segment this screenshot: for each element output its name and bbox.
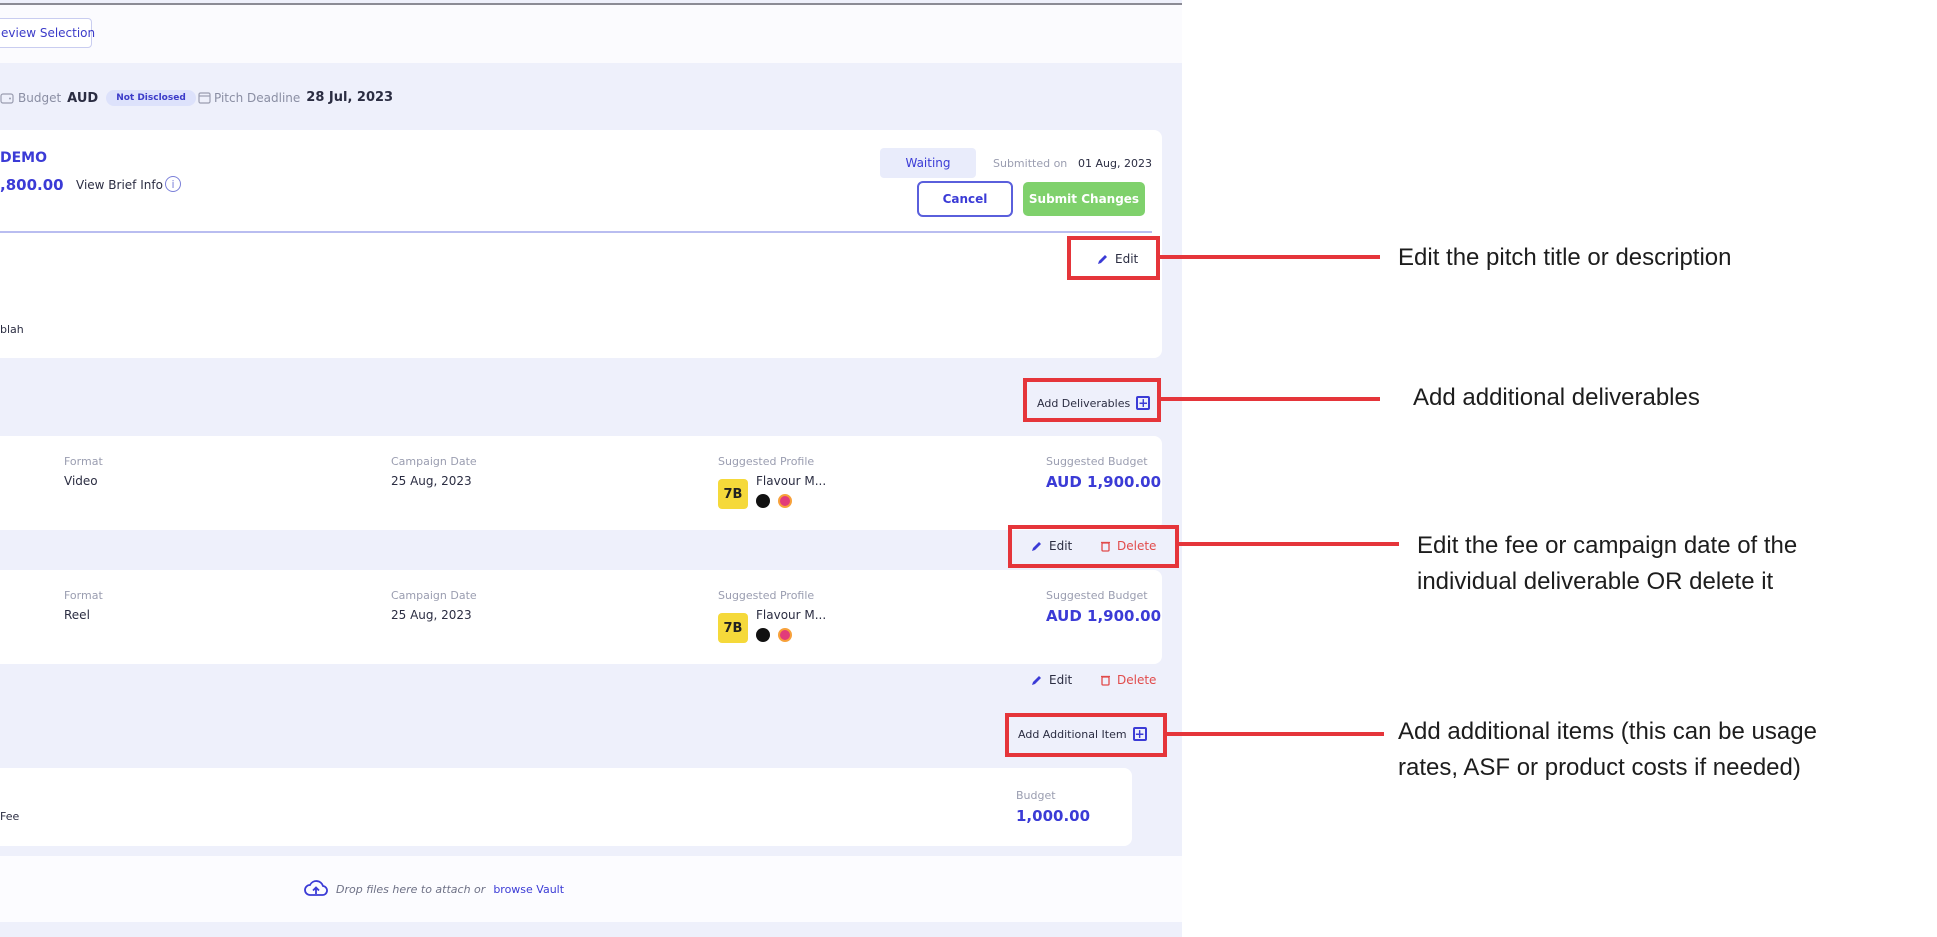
annotation-line: [1177, 542, 1399, 546]
format-label: Format: [64, 455, 103, 468]
delete-deliverable-button[interactable]: Delete: [1100, 673, 1156, 687]
annotation-text-edit-pitch: Edit the pitch title or description: [1398, 244, 1732, 271]
tiktok-icon[interactable]: [756, 628, 770, 642]
deadline-label: Pitch Deadline: [214, 90, 301, 105]
annotation-line: [1165, 732, 1384, 736]
profile-name[interactable]: Flavour M...: [756, 474, 826, 488]
trash-icon: [1101, 675, 1110, 686]
instagram-icon[interactable]: [778, 494, 792, 508]
submit-changes-button[interactable]: Submit Changes: [1023, 182, 1145, 216]
budget-summary: Budget AUD Not Disclosed: [0, 90, 196, 106]
upload-text: Drop files here to attach or: [336, 882, 486, 896]
suggested-budget-value: AUD 1,900.00: [1046, 473, 1162, 491]
format-value: Video: [64, 474, 98, 488]
status-badge: Waiting: [880, 148, 976, 178]
view-brief-link[interactable]: View Brief Info: [76, 178, 163, 192]
pitch-card: [0, 130, 1162, 358]
pitch-name: DEMO: [0, 150, 48, 166]
pitch-description: blah: [0, 323, 24, 336]
info-icon[interactable]: i: [165, 176, 181, 192]
format-label: Format: [64, 589, 103, 602]
annotation-box-edit-pitch: [1067, 236, 1160, 280]
budget-label: Budget: [18, 91, 62, 105]
annotation-box-add-deliverables: [1023, 378, 1161, 422]
edit-label: Edit: [1049, 673, 1073, 687]
upload-prompt: Drop files here to attach or browse Vaul…: [304, 880, 564, 898]
format-value: Reel: [64, 608, 90, 622]
additional-item-name: Fee: [0, 810, 20, 823]
suggested-budget-value: AUD 1,900.00: [1046, 607, 1162, 625]
annotation-box-add-item: [1005, 713, 1167, 757]
budget-status-badge: Not Disclosed: [106, 90, 196, 106]
pitch-divider: [0, 231, 1152, 233]
edit-deliverable-button[interactable]: Edit: [1031, 673, 1072, 687]
annotation-text-edit-delete-2: individual deliverable OR delete it: [1417, 568, 1774, 595]
cancel-button[interactable]: Cancel: [917, 181, 1013, 217]
wallet-icon: [0, 93, 14, 104]
annotation-line: [1158, 255, 1380, 259]
profile-name[interactable]: Flavour M...: [756, 608, 826, 622]
deliverable-card: [0, 570, 1162, 664]
annotation-text-edit-delete-1: Edit the fee or campaign date of the: [1417, 532, 1798, 559]
instagram-icon[interactable]: [778, 628, 792, 642]
annotation-text-add-item-1: Add additional items (this can be usage: [1398, 718, 1817, 745]
campaign-date-value: 25 Aug, 2023: [391, 608, 472, 622]
submitted-date: 01 Aug, 2023: [1078, 157, 1152, 170]
campaign-date-value: 25 Aug, 2023: [391, 474, 472, 488]
browse-vault-link[interactable]: browse Vault: [493, 883, 564, 896]
additional-item-card: [0, 768, 1132, 846]
annotation-text-add-deliverables: Add additional deliverables: [1413, 384, 1700, 411]
avatar[interactable]: 7B: [718, 479, 748, 509]
tiktok-icon[interactable]: [756, 494, 770, 508]
budget-currency: AUD: [67, 90, 99, 106]
upload-dropzone[interactable]: [0, 856, 1182, 922]
delete-label: Delete: [1117, 673, 1157, 687]
additional-budget-value: 1,000.00: [1016, 807, 1091, 825]
deadline-value: 28 Jul, 2023: [306, 90, 394, 105]
suggested-profile-label: Suggested Profile: [718, 455, 815, 468]
campaign-date-label: Campaign Date: [391, 455, 477, 468]
annotation-text-add-item-2: rates, ASF or product costs if needed): [1398, 754, 1801, 781]
calendar-icon: [198, 92, 211, 104]
suggested-budget-label: Suggested Budget: [1046, 589, 1148, 602]
avatar[interactable]: 7B: [718, 613, 748, 643]
pencil-icon: [1032, 676, 1041, 685]
deadline-summary: Pitch Deadline 28 Jul, 2023: [198, 90, 393, 105]
campaign-date-label: Campaign Date: [391, 589, 477, 602]
cloud-upload-icon: [304, 880, 328, 896]
pitch-amount: ,800.00: [0, 176, 64, 194]
additional-budget-label: Budget: [1016, 789, 1056, 802]
submitted-label: Submitted on: [993, 157, 1068, 170]
top-strip: [0, 5, 1182, 63]
app-window: eview Selection Budget AUD Not Disclosed…: [0, 0, 1182, 937]
annotation-box-edit-delete: [1008, 525, 1179, 568]
suggested-profile-label: Suggested Profile: [718, 589, 815, 602]
deliverable-card: [0, 436, 1162, 530]
suggested-budget-label: Suggested Budget: [1046, 455, 1148, 468]
annotation-line: [1159, 397, 1380, 401]
review-selection-button[interactable]: eview Selection: [0, 18, 95, 48]
